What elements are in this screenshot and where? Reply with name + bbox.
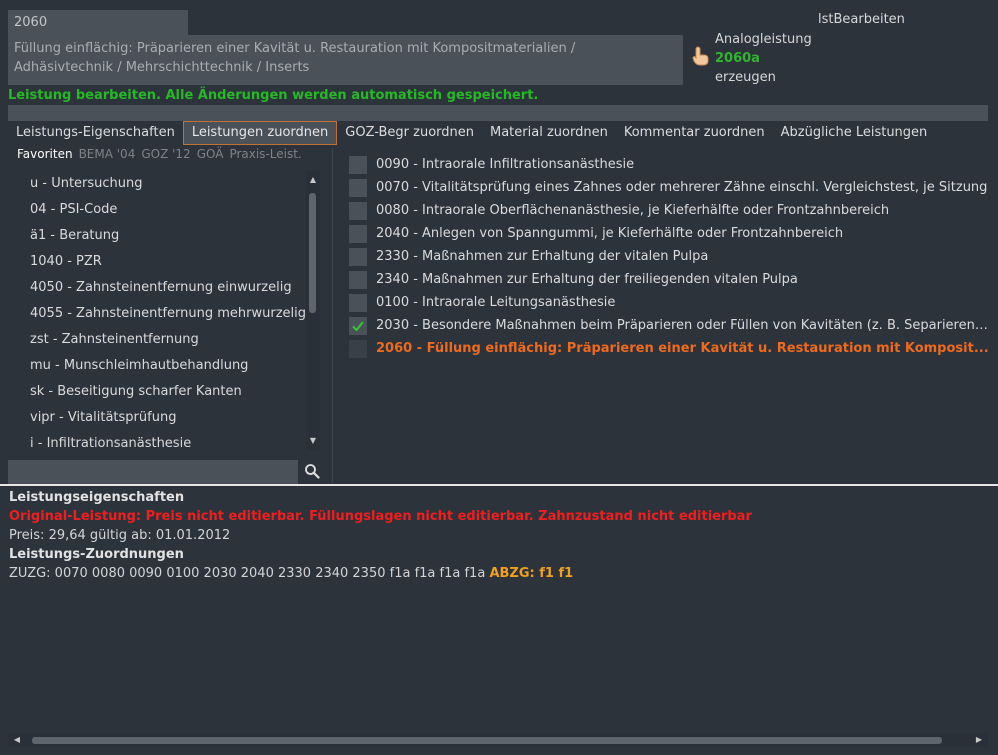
- catalog-subtabs: Favoriten BEMA '04 GOZ '12 GOÄ Praxis-Le…: [17, 147, 302, 161]
- favorites-scrollbar[interactable]: ▲ ▼: [306, 171, 320, 450]
- tab-leistungen-zuordnen[interactable]: Leistungen zuordnen: [182, 121, 338, 145]
- subtab-bema[interactable]: BEMA '04: [79, 147, 136, 161]
- analog-action: erzeugen: [715, 70, 776, 85]
- assigned-list: 0090 - Intraorale Infiltrationsanästhesi…: [349, 153, 989, 360]
- tab-material-zuordnen[interactable]: Material zuordnen: [482, 121, 616, 145]
- scroll-right-icon[interactable]: ▶: [972, 733, 986, 747]
- info-panel: Leistungseigenschaften Original-Leistung…: [9, 488, 752, 583]
- code-field[interactable]: 2060: [8, 10, 188, 35]
- list-item[interactable]: 0080 - Intraorale Oberflächenanästhesie,…: [349, 199, 989, 222]
- list-item[interactable]: zst - Zahnsteinentfernung: [8, 327, 305, 353]
- price-line: Preis: 29,64 gültig ab: 01.01.2012: [9, 528, 231, 543]
- subtab-goz[interactable]: GOZ '12: [141, 147, 190, 161]
- section-heading: Leistungseigenschaften: [9, 490, 185, 505]
- scroll-down-icon[interactable]: ▼: [306, 435, 320, 447]
- list-item[interactable]: u - Untersuchung: [8, 171, 305, 197]
- tab-bar: Leistungs-Eigenschaften Leistungen zuord…: [8, 121, 935, 145]
- checkmark-icon: [352, 320, 364, 331]
- list-item[interactable]: sk - Beseitigung scharfer Kanten: [8, 379, 305, 405]
- checkbox[interactable]: [349, 339, 367, 358]
- subtab-goae[interactable]: GOÄ: [197, 147, 224, 161]
- favorites-list: u - Untersuchung 04 - PSI-Code ä1 - Bera…: [8, 171, 305, 450]
- list-item-label: 0090 - Intraorale Infiltrationsanästhesi…: [376, 157, 635, 172]
- list-item[interactable]: 04 - PSI-Code: [8, 197, 305, 223]
- list-item-label: 2330 - Maßnahmen zur Erhaltung der vital…: [376, 249, 709, 264]
- vertical-splitter[interactable]: [332, 148, 333, 483]
- section-heading: Leistungs-Zuordnungen: [9, 547, 184, 562]
- scroll-up-icon[interactable]: ▲: [306, 174, 320, 186]
- list-item-label: 2040 - Anlegen von Spanngummi, je Kiefer…: [376, 226, 844, 241]
- search-icon[interactable]: [304, 463, 320, 479]
- checkbox[interactable]: [349, 178, 367, 197]
- description-field[interactable]: Füllung einflächig: Präparieren einer Ka…: [8, 35, 683, 85]
- list-item[interactable]: 0090 - Intraorale Infiltrationsanästhesi…: [349, 153, 989, 176]
- subtab-praxis[interactable]: Praxis-Leist.: [229, 147, 301, 161]
- list-item-label: 2340 - Maßnahmen zur Erhaltung der freil…: [376, 272, 798, 287]
- subtab-favoriten[interactable]: Favoriten: [17, 147, 73, 161]
- lst-bearbeiten-label: lstBearbeiten: [818, 12, 905, 27]
- tab-kommentar-zuordnen[interactable]: Kommentar zuordnen: [616, 121, 773, 145]
- analog-label: Analogleistung: [715, 32, 812, 47]
- list-item[interactable]: 0070 - Vitalitätsprüfung eines Zahnes od…: [349, 176, 989, 199]
- list-item[interactable]: 2340 - Maßnahmen zur Erhaltung der freil…: [349, 268, 989, 291]
- header-divider: [8, 105, 988, 121]
- list-item[interactable]: 2330 - Maßnahmen zur Erhaltung der vital…: [349, 245, 989, 268]
- list-item-label: 0100 - Intraorale Leitungsanästhesie: [376, 295, 616, 310]
- hand-pointer-icon: [692, 46, 709, 66]
- list-item[interactable]: vipr - Vitalitätsprüfung: [8, 405, 305, 431]
- zuzg-text: ZUZG: 0070 0080 0090 0100 2030 2040 2330…: [9, 566, 486, 581]
- checkbox[interactable]: [349, 201, 367, 220]
- status-message: Leistung bearbeiten. Alle Änderungen wer…: [8, 88, 539, 103]
- checkbox[interactable]: [349, 247, 367, 266]
- horizontal-scrollbar[interactable]: ◀ ▶: [8, 733, 988, 747]
- tab-goz-begr-zuordnen[interactable]: GOZ-Begr zuordnen: [337, 121, 482, 145]
- assignment-line: ZUZG: 0070 0080 0090 0100 2030 2040 2330…: [9, 564, 752, 583]
- checkbox[interactable]: [349, 293, 367, 312]
- list-item[interactable]: ä1 - Beratung: [8, 223, 305, 249]
- tab-leistungs-eigenschaften[interactable]: Leistungs-Eigenschaften: [8, 121, 183, 145]
- list-item[interactable]: 4055 - Zahnsteinentfernung mehrwurzelig: [8, 301, 305, 327]
- list-item[interactable]: 2040 - Anlegen von Spanngummi, je Kiefer…: [349, 222, 989, 245]
- analog-code: 2060a: [715, 51, 760, 66]
- list-item[interactable]: 0100 - Intraorale Leitungsanästhesie: [349, 291, 989, 314]
- list-item[interactable]: 2060 - Füllung einflächig: Präparieren e…: [349, 337, 989, 360]
- list-item[interactable]: mu - Munschleimhautbehandlung: [8, 353, 305, 379]
- scroll-left-icon[interactable]: ◀: [10, 733, 24, 747]
- scrollbar-thumb[interactable]: [32, 737, 942, 744]
- favorites-panel: u - Untersuchung 04 - PSI-Code ä1 - Bera…: [8, 171, 322, 450]
- checkbox-checked[interactable]: [349, 316, 367, 335]
- list-item[interactable]: 1040 - PZR: [8, 249, 305, 275]
- checkbox[interactable]: [349, 270, 367, 289]
- list-item[interactable]: i - Infiltrationsanästhesie: [8, 431, 305, 450]
- search-input[interactable]: [8, 460, 298, 484]
- checkbox[interactable]: [349, 155, 367, 174]
- scrollbar-thumb[interactable]: [309, 193, 316, 313]
- list-item-label: 2060 - Füllung einflächig: Präparieren e…: [376, 341, 989, 356]
- list-item-label: 0080 - Intraorale Oberflächenanästhesie,…: [376, 203, 890, 218]
- list-item-label: 2030 - Besondere Maßnahmen beim Präparie…: [376, 318, 989, 333]
- list-item[interactable]: 2030 - Besondere Maßnahmen beim Präparie…: [349, 314, 989, 337]
- list-item-label: 0070 - Vitalitätsprüfung eines Zahnes od…: [376, 180, 988, 195]
- abzg-text: ABZG: f1 f1: [489, 566, 574, 581]
- list-item[interactable]: 4050 - Zahnsteinentfernung einwurzelig: [8, 275, 305, 301]
- checkbox[interactable]: [349, 224, 367, 243]
- tab-abzuegliche-leistungen[interactable]: Abzügliche Leistungen: [773, 121, 936, 145]
- horizontal-splitter[interactable]: [0, 484, 998, 486]
- original-warning: Original-Leistung: Preis nicht editierba…: [9, 509, 752, 524]
